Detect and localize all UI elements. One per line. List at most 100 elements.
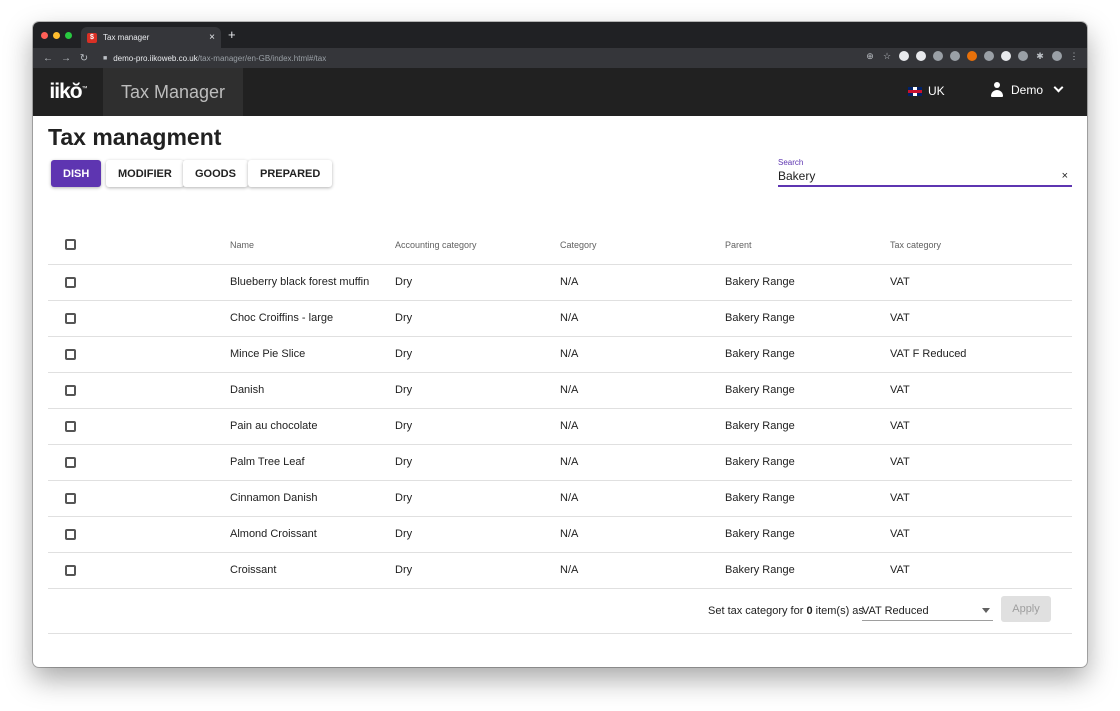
cell-accounting-category: Dry [395, 552, 560, 589]
url-path: /tax-manager/en-GB/index.html#/tax [197, 53, 327, 63]
row-checkbox[interactable] [65, 492, 76, 504]
cell-accounting-category: Dry [395, 336, 560, 373]
bulk-suffix: item(s) as [815, 605, 864, 617]
row-checkbox[interactable] [65, 348, 76, 360]
cell-parent: Bakery Range [725, 264, 890, 301]
row-checkbox[interactable] [65, 564, 76, 576]
table-row[interactable]: Palm Tree Leaf Dry N/A Bakery Range VAT [48, 444, 1072, 481]
cell-accounting-category: Dry [395, 444, 560, 481]
minimize-window-button[interactable] [53, 32, 60, 39]
user-name: Demo [1011, 82, 1044, 97]
back-icon[interactable]: ← [39, 53, 57, 64]
zoom-icon[interactable]: ⊕ [865, 51, 875, 61]
more-icon[interactable]: ⋮ [1069, 51, 1079, 61]
search-input[interactable] [778, 169, 1058, 183]
cell-category: N/A [560, 372, 725, 409]
cell-category: N/A [560, 444, 725, 481]
main-content: Tax managment DISH MODIFIER GOODS PREPAR… [33, 116, 1087, 667]
reload-icon[interactable]: ↻ [75, 53, 93, 64]
extension-icon[interactable] [933, 51, 943, 61]
address-bar[interactable]: ■ demo-pro.iikoweb.co.uk/tax-manager/en-… [103, 54, 326, 63]
header-accounting-category[interactable]: Accounting category [395, 226, 560, 265]
cell-accounting-category: Dry [395, 264, 560, 301]
close-window-button[interactable] [41, 32, 48, 39]
table-row[interactable]: Danish Dry N/A Bakery Range VAT [48, 372, 1072, 409]
table-row[interactable]: Mince Pie Slice Dry N/A Bakery Range VAT F R… [48, 336, 1072, 373]
row-checkbox[interactable] [65, 384, 76, 396]
table-row[interactable]: Almond Croissant Dry N/A Bakery Range VAT [48, 516, 1072, 553]
user-menu[interactable]: Demo [991, 82, 1064, 97]
search-field: Search × [778, 158, 1072, 187]
row-checkbox[interactable] [65, 456, 76, 468]
header-name[interactable]: Name [230, 226, 395, 265]
bulk-action-bar: Set tax category for 0 item(s) as VAT Re… [48, 591, 1072, 634]
lock-icon: ■ [103, 54, 108, 62]
dropdown-arrow-icon [982, 608, 990, 613]
search-label: Search [778, 158, 804, 167]
url-host: demo-pro.iikoweb.co.uk [113, 53, 198, 63]
cell-parent: Bakery Range [725, 300, 890, 337]
table-row[interactable]: Cinnamon Danish Dry N/A Bakery Range VAT [48, 480, 1072, 517]
table-row[interactable]: Croissant Dry N/A Bakery Range VAT [48, 552, 1072, 589]
header-parent[interactable]: Parent [725, 226, 890, 265]
extension-icon[interactable] [899, 51, 909, 61]
hubspot-icon[interactable] [967, 51, 977, 61]
browser-toolbar: ← → ↻ ■ demo-pro.iikoweb.co.uk/tax-manag… [33, 48, 1087, 68]
clear-search-icon[interactable]: × [1058, 170, 1072, 182]
uk-flag-icon [908, 86, 922, 96]
cell-tax-category: VAT [890, 372, 1072, 409]
extension-icon[interactable] [950, 51, 960, 61]
tab-strip: $ Tax manager × + [33, 22, 1087, 48]
cell-tax-category: VAT [890, 552, 1072, 589]
cell-category: N/A [560, 408, 725, 445]
browser-tab[interactable]: $ Tax manager × [81, 27, 221, 48]
table-row[interactable]: Pain au chocolate Dry N/A Bakery Range VAT [48, 408, 1072, 445]
cell-name: Cinnamon Danish [230, 480, 395, 517]
row-checkbox[interactable] [65, 312, 76, 324]
row-checkbox[interactable] [65, 420, 76, 432]
tab-prepared[interactable]: PREPARED [248, 160, 333, 187]
cell-accounting-category: Dry [395, 300, 560, 337]
tab-goods[interactable]: GOODS [183, 160, 248, 187]
tab-close-icon[interactable]: × [209, 32, 215, 43]
extension-icon[interactable] [984, 51, 994, 61]
locale-selector[interactable]: UK [908, 84, 945, 98]
profile-avatar[interactable] [1052, 51, 1062, 61]
header-category[interactable]: Category [560, 226, 725, 265]
apply-button[interactable]: Apply [1001, 596, 1051, 622]
tab-modifier[interactable]: MODIFIER [106, 160, 184, 187]
bulk-action-text: Set tax category for 0 item(s) as [708, 605, 864, 617]
cell-accounting-category: Dry [395, 516, 560, 553]
app-title: Tax Manager [103, 68, 244, 116]
new-tab-button[interactable]: + [228, 28, 236, 42]
select-all-checkbox[interactable] [65, 239, 76, 251]
extension-icon[interactable] [916, 51, 926, 61]
table-row[interactable]: Choc Croiffins - large Dry N/A Bakery Range… [48, 300, 1072, 337]
maximize-window-button[interactable] [65, 32, 72, 39]
cell-name: Almond Croissant [230, 516, 395, 553]
cell-name: Pain au chocolate [230, 408, 395, 445]
cell-tax-category: VAT [890, 480, 1072, 517]
cell-parent: Bakery Range [725, 444, 890, 481]
cell-name: Danish [230, 372, 395, 409]
tax-category-select[interactable]: VAT Reduced [862, 601, 993, 621]
table-header-row: Name Accounting category Category Parent… [48, 226, 1072, 265]
bookmark-star-icon[interactable]: ☆ [882, 51, 892, 61]
forward-icon[interactable]: → [57, 53, 75, 64]
cell-name: Choc Croiffins - large [230, 300, 395, 337]
header-tax-category[interactable]: Tax category [890, 226, 1072, 265]
cell-category: N/A [560, 516, 725, 553]
table-row[interactable]: Blueberry black forest muffin Dry N/A Baker… [48, 264, 1072, 301]
locale-label: UK [928, 84, 945, 98]
row-checkbox[interactable] [65, 276, 76, 288]
shield-icon[interactable] [1018, 51, 1028, 61]
cell-tax-category: VAT [890, 444, 1072, 481]
cell-category: N/A [560, 552, 725, 589]
extension-icon[interactable] [1001, 51, 1011, 61]
cell-parent: Bakery Range [725, 552, 890, 589]
cell-accounting-category: Dry [395, 372, 560, 409]
tab-dish[interactable]: DISH [51, 160, 102, 187]
puzzle-icon[interactable]: ✱ [1035, 51, 1045, 61]
row-checkbox[interactable] [65, 528, 76, 540]
iiko-logo[interactable]: iikŏ™ [33, 80, 103, 104]
